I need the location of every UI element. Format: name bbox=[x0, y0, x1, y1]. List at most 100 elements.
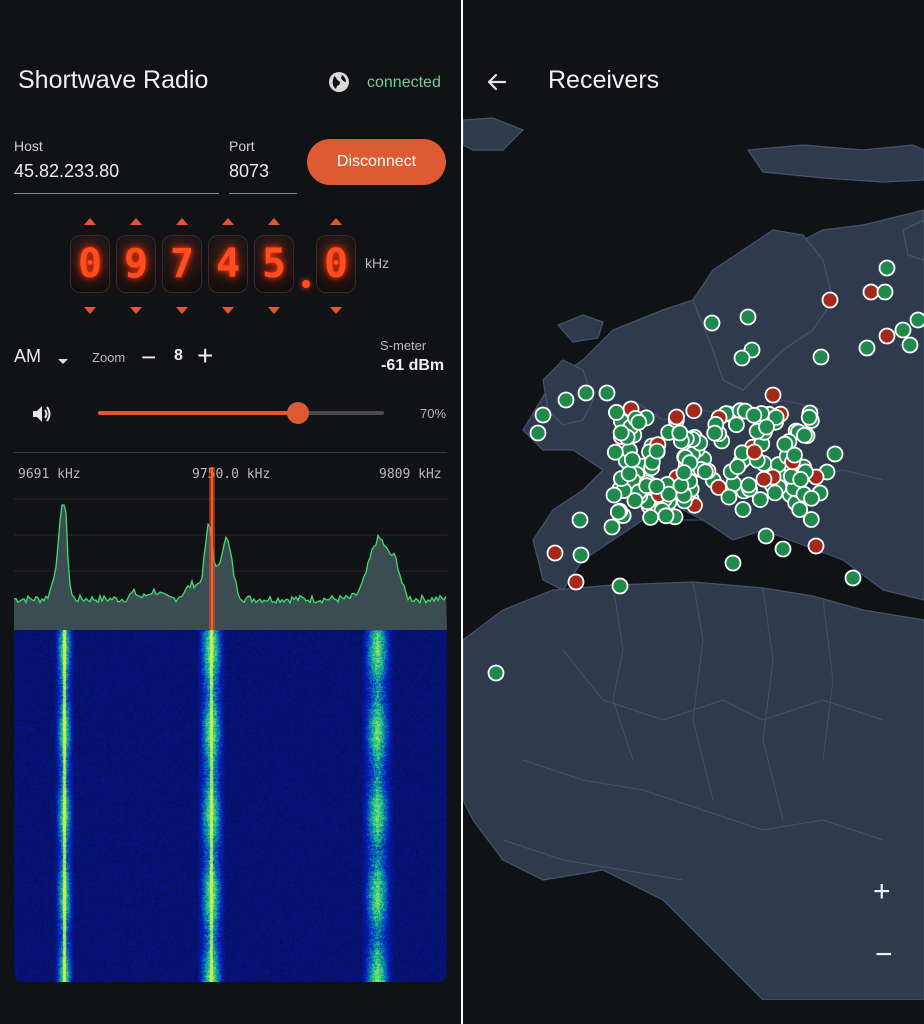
receiver-marker-online[interactable] bbox=[607, 403, 625, 421]
receiver-marker-online[interactable] bbox=[792, 470, 810, 488]
receiver-marker-online[interactable] bbox=[858, 339, 876, 357]
receivers-map[interactable] bbox=[463, 0, 924, 1000]
frequency-digit[interactable]: 4 bbox=[208, 235, 248, 293]
receiver-marker-online[interactable] bbox=[844, 569, 862, 587]
receiver-marker-online[interactable] bbox=[894, 321, 912, 339]
receiver-marker-offline[interactable] bbox=[821, 291, 839, 309]
receiver-marker-online[interactable] bbox=[630, 413, 648, 431]
receiver-marker-online[interactable] bbox=[740, 476, 758, 494]
receiver-marker-online[interactable] bbox=[766, 484, 784, 502]
receiver-marker-offline[interactable] bbox=[878, 327, 896, 345]
digit-0-up-arrow[interactable] bbox=[84, 218, 96, 225]
volume-slider[interactable] bbox=[98, 402, 384, 424]
receiver-marker-online[interactable] bbox=[529, 424, 547, 442]
receiver-marker-online[interactable] bbox=[800, 408, 818, 426]
back-arrow-icon[interactable] bbox=[485, 70, 509, 99]
digit-2-down-arrow[interactable] bbox=[176, 307, 188, 314]
receiver-marker-online[interactable] bbox=[901, 336, 919, 354]
receiver-marker-online[interactable] bbox=[786, 446, 803, 464]
receiver-marker-offline[interactable] bbox=[755, 470, 773, 488]
receiver-marker-online[interactable] bbox=[751, 491, 769, 509]
spectrum-plot[interactable] bbox=[14, 485, 447, 630]
zoom-minus-button[interactable]: − bbox=[141, 342, 156, 373]
receiver-marker-offline[interactable] bbox=[807, 537, 825, 555]
receiver-marker-online[interactable] bbox=[745, 406, 763, 424]
receiver-marker-online[interactable] bbox=[706, 424, 724, 442]
receiver-marker-online[interactable] bbox=[648, 478, 666, 495]
receiver-marker-online[interactable] bbox=[727, 416, 745, 434]
mode-select[interactable]: AM bbox=[14, 346, 41, 367]
receiver-marker-offline[interactable] bbox=[764, 386, 782, 404]
digit-5-up-arrow[interactable] bbox=[330, 218, 342, 225]
zoom-plus-button[interactable]: + bbox=[197, 340, 213, 372]
digit-5-down-arrow[interactable] bbox=[330, 307, 342, 314]
digit-3-up-arrow[interactable] bbox=[222, 218, 234, 225]
receiver-marker-offline[interactable] bbox=[668, 408, 685, 426]
receiver-marker-online[interactable] bbox=[577, 384, 595, 402]
frequency-digit[interactable]: 0 bbox=[316, 235, 356, 293]
receiver-marker-offline[interactable] bbox=[685, 402, 703, 420]
frequency-digit[interactable]: 0 bbox=[70, 235, 110, 293]
receiver-marker-online[interactable] bbox=[534, 406, 552, 424]
frequency-digit[interactable]: 9 bbox=[116, 235, 156, 293]
receiver-marker-online[interactable] bbox=[572, 546, 590, 564]
receiver-marker-online[interactable] bbox=[909, 311, 924, 329]
receiver-marker-online[interactable] bbox=[757, 527, 775, 545]
receiver-marker-online[interactable] bbox=[876, 283, 894, 301]
receiver-marker-offline[interactable] bbox=[745, 443, 763, 461]
receiver-marker-online[interactable] bbox=[603, 518, 621, 536]
receiver-marker-online[interactable] bbox=[774, 540, 792, 558]
digit-4-down-arrow[interactable] bbox=[268, 307, 280, 314]
receiver-marker-online[interactable] bbox=[605, 486, 623, 504]
digit-1-up-arrow[interactable] bbox=[130, 218, 142, 225]
host-input[interactable]: 45.82.233.80 bbox=[14, 161, 119, 182]
receiver-marker-offline[interactable] bbox=[862, 283, 880, 301]
receiver-marker-online[interactable] bbox=[623, 451, 641, 469]
receiver-marker-online[interactable] bbox=[557, 391, 575, 409]
receiver-marker-online[interactable] bbox=[612, 424, 630, 442]
receiver-marker-online[interactable] bbox=[734, 501, 752, 518]
digit-0-down-arrow[interactable] bbox=[84, 307, 96, 314]
digit-4-up-arrow[interactable] bbox=[268, 218, 280, 225]
chevron-down-icon[interactable] bbox=[57, 353, 69, 371]
receiver-marker-online[interactable] bbox=[739, 308, 757, 326]
receiver-marker-online[interactable] bbox=[724, 554, 742, 572]
receiver-marker-online[interactable] bbox=[795, 426, 813, 444]
receiver-marker-online[interactable] bbox=[878, 259, 896, 277]
receiver-marker-online[interactable] bbox=[648, 442, 666, 460]
receiver-marker-online[interactable] bbox=[606, 443, 624, 461]
receiver-marker-online[interactable] bbox=[487, 664, 505, 682]
receiver-marker-online[interactable] bbox=[720, 488, 738, 506]
disconnect-button[interactable]: Disconnect bbox=[307, 139, 446, 185]
port-input[interactable]: 8073 bbox=[229, 161, 269, 182]
digit-3-down-arrow[interactable] bbox=[222, 307, 234, 314]
receiver-marker-offline[interactable] bbox=[567, 573, 585, 591]
receiver-marker-online[interactable] bbox=[657, 507, 675, 525]
receiver-marker-online[interactable] bbox=[675, 464, 693, 482]
map-zoom-out-button[interactable]: − bbox=[875, 938, 893, 972]
receiver-marker-online[interactable] bbox=[758, 418, 775, 436]
map-zoom-in-button[interactable]: + bbox=[873, 875, 891, 909]
receiver-marker-online[interactable] bbox=[598, 384, 616, 402]
volume-slider-thumb[interactable] bbox=[287, 402, 310, 424]
waterfall[interactable] bbox=[14, 630, 447, 982]
receiver-marker-online[interactable] bbox=[626, 492, 644, 510]
frequency-digit[interactable]: 5 bbox=[254, 235, 294, 293]
receiver-marker-online[interactable] bbox=[703, 314, 721, 332]
receiver-marker-online[interactable] bbox=[791, 501, 809, 519]
receiver-marker-online[interactable] bbox=[609, 503, 627, 521]
receiver-marker-online[interactable] bbox=[803, 489, 820, 507]
receiver-marker-offline[interactable] bbox=[546, 544, 564, 562]
frequency-digit[interactable]: 7 bbox=[162, 235, 202, 293]
receiver-marker-online[interactable] bbox=[620, 465, 638, 483]
digit-2-up-arrow[interactable] bbox=[176, 218, 188, 225]
receiver-marker-online[interactable] bbox=[642, 509, 660, 526]
receiver-marker-online[interactable] bbox=[826, 445, 844, 463]
volume-icon[interactable] bbox=[30, 402, 54, 431]
globe-icon[interactable] bbox=[327, 70, 351, 94]
receiver-marker-online[interactable] bbox=[729, 458, 747, 476]
receiver-marker-online[interactable] bbox=[611, 577, 629, 595]
receiver-marker-online[interactable] bbox=[571, 511, 589, 529]
receiver-marker-online[interactable] bbox=[671, 424, 689, 442]
receiver-marker-online[interactable] bbox=[733, 349, 751, 367]
